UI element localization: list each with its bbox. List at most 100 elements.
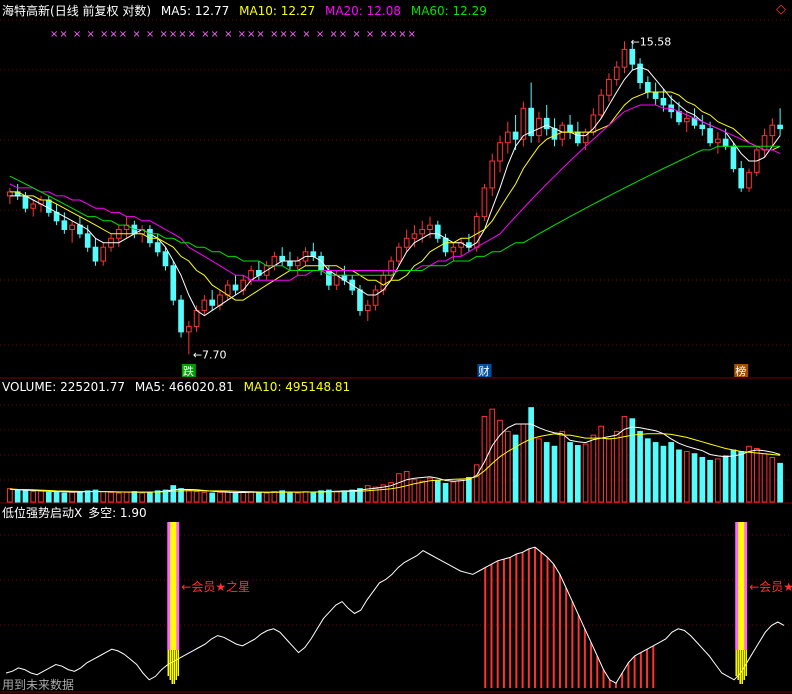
candle-body [294,260,301,267]
volume-bar [753,448,760,503]
volume-bar [722,455,729,503]
volume-bar [302,491,309,503]
candle-body [621,48,628,68]
volume-bar [69,491,75,503]
volume-bar [637,430,643,503]
candle-body [660,97,667,106]
candle-body [372,289,379,306]
indicator-layer: ←会员★之星 ←会员★之星 [5,522,792,688]
volume-bar [287,491,293,503]
candle-body [730,145,737,170]
volume-bar [450,481,457,503]
volume-bar [147,491,153,503]
candle-body [442,237,449,253]
volume-bar [61,492,68,503]
volume-bar [185,489,192,503]
candle-body [450,246,457,253]
volume-bar [707,459,713,503]
volume-bar [715,458,721,503]
candle-body [481,187,488,218]
volume-bar [746,445,752,503]
candle-body [279,255,286,262]
candle-body [61,220,68,230]
volume-bar [217,491,223,503]
candle-body [769,124,776,137]
candle-body [287,260,293,267]
volume-label: VOLUME: 225201.77 [2,380,125,394]
candle-body [512,131,519,140]
candle-body [543,117,550,130]
volume-bar [512,434,519,503]
volume-bar [668,442,675,503]
volume-bar [567,442,573,503]
volume-bar [777,462,783,503]
candle-body [30,203,37,209]
volume-bar [497,419,503,503]
indicator-title: 低位强势启动X [2,506,83,520]
candle-body [403,237,410,248]
ma-line-ma60 [9,145,781,276]
candle-body [419,228,426,235]
ma20-label: MA20: 12.08 [324,4,402,18]
volume-bar [683,450,690,503]
volume-bar [193,491,200,503]
volume-bar [434,479,441,503]
grid-lines [0,19,792,693]
candle-body [645,82,651,93]
stock-name: 海特高新 [2,4,51,18]
signal-label: ←会员★之星 [181,580,250,594]
volume-bar [100,491,107,503]
candle-body [201,299,208,311]
marker-label: 财 [478,364,489,378]
price-header: 海特高新(日线 前复权 对数) MA5: 12.77 MA10: 12.27 M… [2,4,493,18]
candle-body [567,124,573,133]
candle-body [715,138,721,144]
candle-body [147,228,153,244]
candle-body [100,246,107,262]
volume-ma5-label: MA5: 466020.81 [134,380,234,394]
volume-bar [543,442,550,503]
volume-bar [660,445,667,503]
volume-bar [14,489,21,503]
volume-bar [53,491,60,503]
volume-bar [504,430,511,503]
volume-bar [652,442,659,503]
annotations: ←15.58 ←7.70 跌 财 榜 [181,35,749,378]
volume-bar [761,453,768,503]
volume-bar [427,477,433,503]
chart-mode: (日线 前复权 对数) [50,4,152,18]
ma5-label: MA5: 12.77 [160,4,230,18]
volume-bar [769,456,776,503]
candle-body [536,117,542,137]
chart-stage: ←会员★之星 ←会员★之星 ←15.58 ←7.70 跌 财 榜 海特高新(日线 前复权 … [0,0,792,694]
candle-body [738,168,745,189]
signal-label: ←会员★之星 [749,580,792,594]
volume-bar [536,438,542,503]
marker-label: 跌 [183,364,194,378]
volume-bar [108,491,114,503]
candle-body [497,142,503,162]
volume-bar [645,438,651,503]
candle-body [613,66,620,80]
diamond-icon[interactable]: ◇ [776,3,786,17]
volume-bar [699,456,706,503]
volume-bar [442,482,449,503]
candle-body [154,242,161,253]
candle-body [185,325,192,333]
volume-bar [77,491,83,503]
volume-bar [240,491,247,503]
volume-bar [629,418,636,503]
indicator-header: 低位强势启动X 多空: 1.90 [2,506,153,520]
candle-body [396,246,402,262]
volume-bar [333,491,340,503]
volume-bar [676,449,682,503]
volume-bar [466,476,472,503]
indicator-line [5,546,785,684]
volume-bar [458,479,464,503]
indicator-footer: 用到未来数据 [2,678,75,692]
volume-bar [232,492,239,503]
volume-bar [559,430,566,503]
volume-bar [84,490,91,503]
volume-bar [45,491,52,503]
volume-bar [520,423,527,503]
